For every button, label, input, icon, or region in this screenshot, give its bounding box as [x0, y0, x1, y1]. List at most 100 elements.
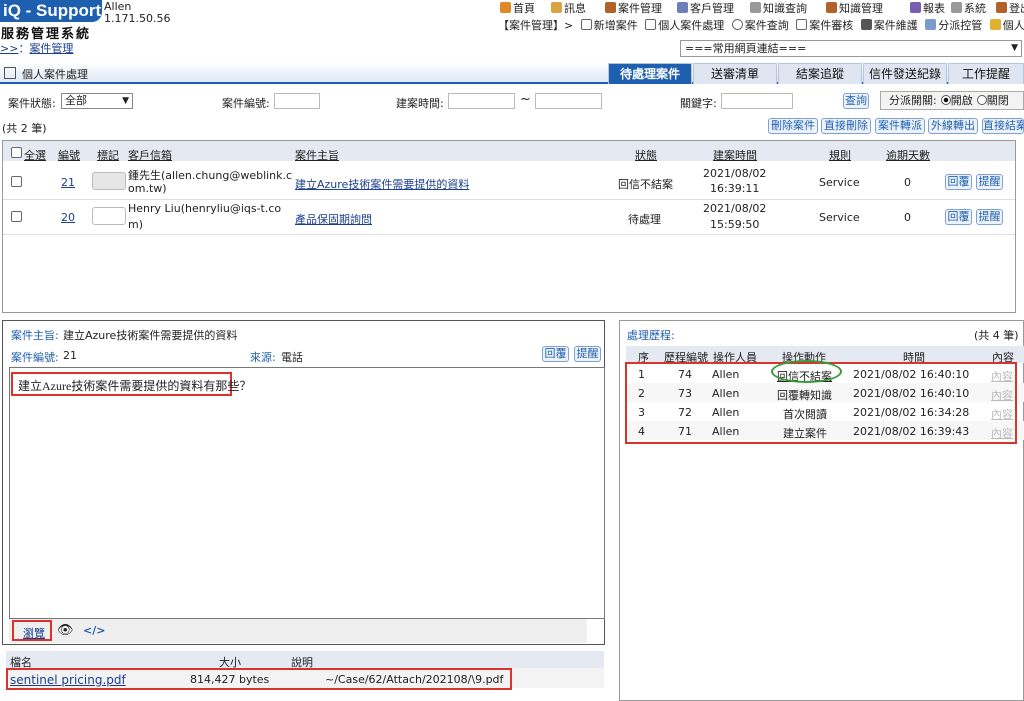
detail-source: 電話	[281, 351, 303, 364]
mail-icon	[551, 2, 562, 13]
breadcrumb-current[interactable]: 案件管理	[29, 42, 73, 55]
col-rule[interactable]: 規則	[829, 147, 851, 163]
sub-nav-new-case[interactable]: 新增案件	[580, 19, 638, 32]
created-time: 15:59:50	[710, 218, 760, 231]
customer-email: 鍾先生(allen.chung@weblink.c	[128, 169, 293, 182]
detail-case-no-label: 案件編號:	[11, 351, 59, 364]
outbound-transfer-button[interactable]: 外線轉出	[928, 118, 978, 134]
detail-subject: 建立Azure技術案件需要提供的資料	[63, 329, 238, 342]
range-separator: ~	[520, 92, 531, 107]
reassign-case-button[interactable]: 案件轉派	[875, 118, 925, 134]
col-select-all[interactable]: 全選	[24, 147, 46, 163]
case-id-link[interactable]: 21	[61, 176, 75, 189]
nav-reports[interactable]: 報表	[910, 0, 945, 16]
tab-review-list[interactable]: 送審清單	[693, 63, 777, 84]
sub-nav-case-review[interactable]: 案件審核	[796, 19, 853, 32]
case-no-input[interactable]	[274, 93, 320, 109]
created-from-input[interactable]	[448, 93, 515, 109]
query-button[interactable]: 查詢	[843, 93, 869, 109]
sub-nav-case-maintenance[interactable]: 案件維護	[860, 19, 918, 32]
case-subject-link[interactable]: 建立Azure技術案件需要提供的資料	[295, 176, 469, 192]
page-title: 個人案件處理	[22, 68, 88, 81]
breadcrumb-back-link[interactable]: >>	[0, 42, 18, 55]
remind-button[interactable]: 提醒	[976, 174, 1003, 190]
col-created-time[interactable]: 建案時間	[713, 147, 757, 163]
col-subject[interactable]: 案件主旨	[295, 147, 339, 163]
sub-nav-personal-settings[interactable]: 個人設定	[989, 19, 1024, 32]
nav-logout[interactable]: 登出	[996, 0, 1024, 16]
quick-links-select[interactable]: ===常用網頁連結=== ▼	[680, 40, 1022, 57]
report-icon	[910, 2, 921, 13]
page-icon	[4, 67, 16, 79]
browse-button[interactable]: 瀏覽	[23, 625, 45, 641]
tab-pending-cases[interactable]: 待處理案件	[608, 63, 692, 84]
book-icon	[826, 2, 837, 13]
direct-close-button[interactable]: 直接結案	[982, 118, 1024, 134]
mark-box[interactable]	[92, 207, 126, 225]
sub-nav-personal-cases[interactable]: 個人案件處理	[645, 19, 724, 32]
overdue-days: 0	[904, 176, 911, 189]
attachment-size: 814,427 bytes	[190, 673, 270, 686]
row-divider	[3, 199, 1015, 200]
customer-icon	[677, 2, 688, 13]
created-date: 2021/08/02	[703, 167, 767, 180]
tab-work-reminders[interactable]: 工作提醒	[948, 63, 1024, 84]
tab-mail-records[interactable]: 信件發送紀錄	[863, 63, 947, 84]
system-icon	[951, 2, 962, 13]
tab-closure-tracking[interactable]: 結案追蹤	[778, 63, 862, 84]
personal-case-icon	[645, 19, 657, 30]
case-id-link[interactable]: 20	[61, 211, 75, 224]
search-icon	[731, 19, 743, 30]
history-title: 處理歷程:	[627, 329, 675, 342]
reply-button[interactable]: 回覆	[945, 209, 972, 225]
detail-case-no: 21	[63, 349, 77, 362]
breadcrumb-sep: ：	[18, 42, 30, 55]
nav-home[interactable]: 首頁	[500, 0, 535, 16]
code-icon[interactable]: </>	[83, 624, 105, 637]
case-rule: Service	[819, 176, 860, 189]
delete-case-button[interactable]: 刪除案件	[768, 118, 818, 134]
col-status[interactable]: 狀態	[635, 147, 657, 163]
dispatch-off-radio[interactable]	[976, 95, 987, 105]
keyword-input[interactable]	[721, 93, 793, 109]
mark-box[interactable]	[92, 172, 126, 190]
status-select[interactable]: 全部 ▼	[61, 93, 133, 109]
sub-nav-case-search[interactable]: 案件查詢	[731, 19, 789, 32]
row-divider	[3, 234, 1015, 235]
case-count: (共 2 筆)	[2, 122, 47, 135]
row-checkbox[interactable]	[11, 176, 22, 187]
col-id[interactable]: 編號	[58, 147, 80, 163]
created-to-input[interactable]	[535, 93, 602, 109]
col-overdue-days[interactable]: 逾期天數	[886, 147, 930, 163]
select-all-checkbox[interactable]	[11, 147, 22, 158]
nav-system[interactable]: 系統	[951, 0, 986, 16]
row-checkbox[interactable]	[11, 211, 22, 222]
case-content-box[interactable]	[9, 367, 605, 619]
nav-messages[interactable]: 訊息	[551, 0, 586, 16]
sub-nav-dispatch-control[interactable]: 分派控管	[925, 19, 982, 32]
created-time: 16:39:11	[710, 182, 760, 195]
dispatch-icon	[925, 19, 937, 30]
attachment-filename-link[interactable]: sentinel pricing.pdf	[10, 673, 126, 687]
nav-customer-management[interactable]: 客戶管理	[677, 0, 734, 16]
detail-reply-button[interactable]: 回覆	[542, 346, 569, 362]
created-date: 2021/08/02	[703, 202, 767, 215]
remind-button[interactable]: 提醒	[976, 209, 1003, 225]
dispatch-on-radio[interactable]	[940, 95, 951, 105]
case-subject-link[interactable]: 產品保固期詢問	[295, 211, 372, 227]
reply-button[interactable]: 回覆	[945, 174, 972, 190]
col-customer-email[interactable]: 客戶信箱	[128, 147, 172, 163]
direct-delete-button[interactable]: 直接刪除	[821, 118, 871, 134]
eye-icon[interactable]: 👁	[57, 623, 74, 638]
nav-knowledge-search[interactable]: 知識查詢	[750, 0, 807, 16]
dispatch-switch: 分派開關: 開啟 關閉	[880, 91, 1024, 110]
search-icon	[750, 2, 761, 13]
sub-nav-section: 【案件管理】>	[498, 19, 574, 32]
highlight-ellipse	[771, 360, 842, 383]
col-mark[interactable]: 標記	[97, 147, 119, 163]
case-status: 待處理	[628, 213, 661, 226]
detail-remind-button[interactable]: 提醒	[574, 346, 601, 362]
keyword-label: 關鍵字:	[680, 97, 717, 110]
nav-case-management[interactable]: 案件管理	[605, 0, 662, 16]
nav-knowledge-management[interactable]: 知識管理	[826, 0, 883, 16]
